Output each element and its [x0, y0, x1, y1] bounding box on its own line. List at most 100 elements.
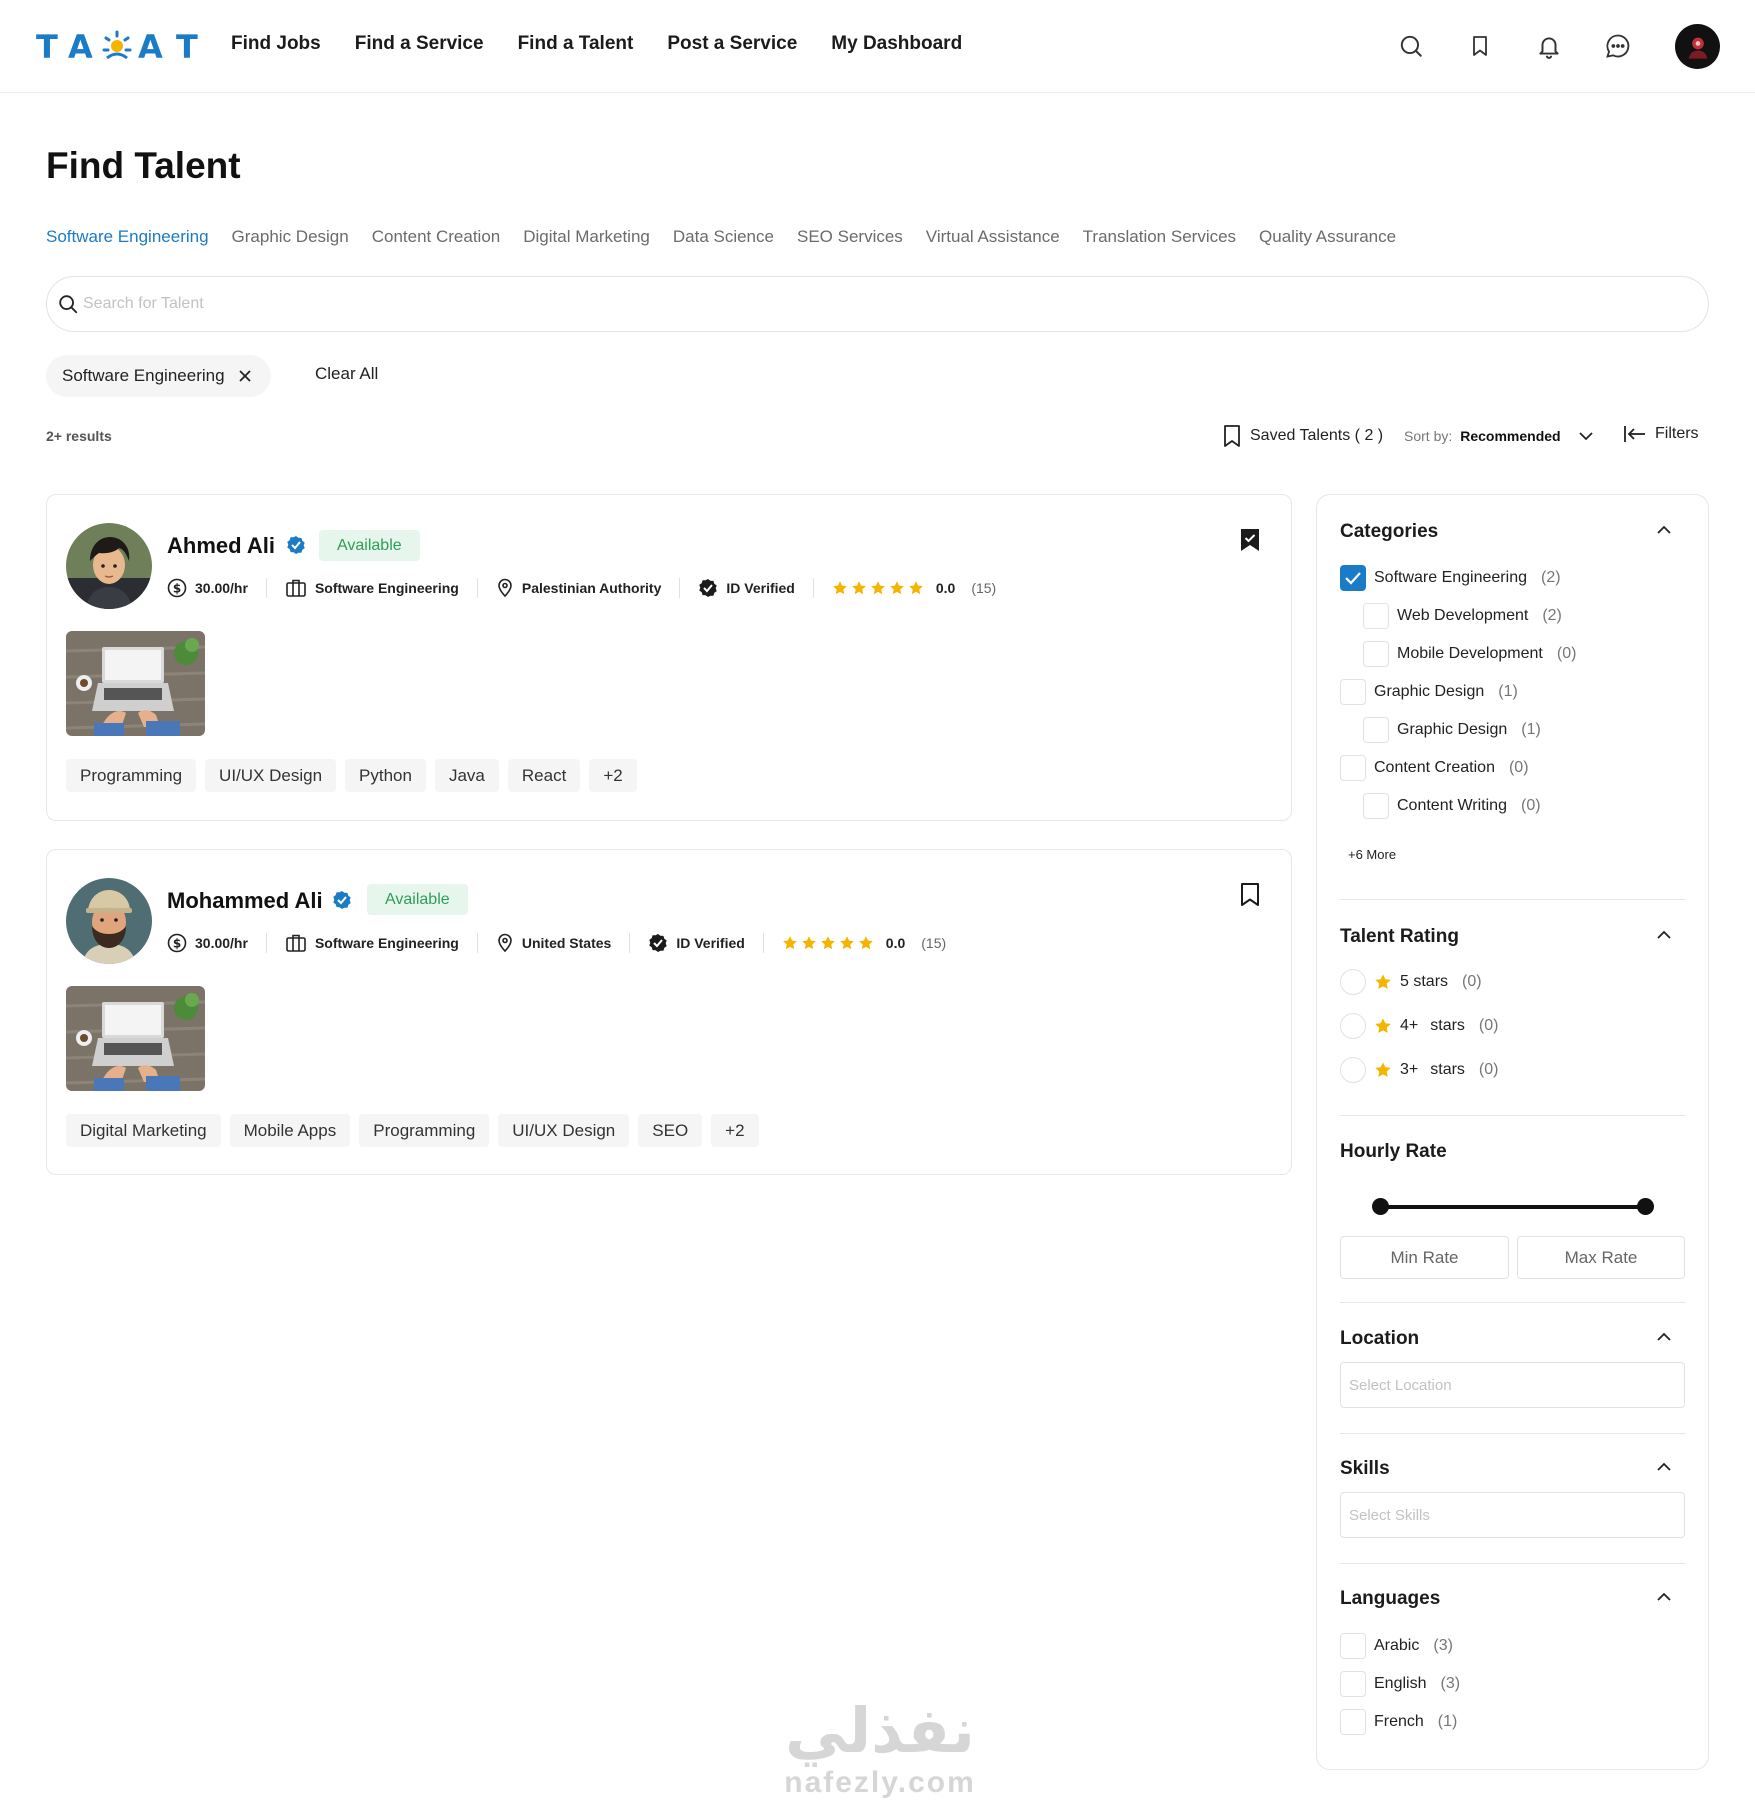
- skill-tag[interactable]: Java: [434, 759, 499, 792]
- section-divider: [1340, 1433, 1686, 1434]
- radio[interactable]: [1340, 1057, 1366, 1083]
- show-more-categories-link[interactable]: +6 More: [1348, 847, 1396, 862]
- star-icon: [870, 581, 885, 595]
- skill-tag[interactable]: Programming: [359, 1114, 490, 1147]
- category-option-content-writing[interactable]: Content Writing (0): [1363, 793, 1541, 819]
- bookmark-icon[interactable]: [1239, 882, 1261, 908]
- talent-card[interactable]: Mohammed Ali Available $ 30.00/hr Softwa…: [46, 849, 1292, 1175]
- skill-tag[interactable]: Mobile Apps: [229, 1114, 351, 1147]
- dollar-icon: $: [167, 933, 187, 953]
- tab-virtual-assistance[interactable]: Virtual Assistance: [926, 227, 1060, 247]
- checkbox[interactable]: [1363, 793, 1389, 819]
- tab-data-science[interactable]: Data Science: [673, 227, 774, 247]
- language-option-english[interactable]: English (3): [1340, 1671, 1460, 1697]
- taqat-logo[interactable]: TAAT: [36, 26, 206, 66]
- language-count: (3): [1440, 1675, 1461, 1692]
- bookmark-icon[interactable]: [1462, 28, 1498, 64]
- radio[interactable]: [1340, 969, 1366, 995]
- tab-translation-services[interactable]: Translation Services: [1083, 227, 1236, 247]
- nav-my-dashboard[interactable]: My Dashboard: [831, 33, 962, 55]
- slider-min-handle[interactable]: [1372, 1198, 1389, 1215]
- rating-option-4[interactable]: 4+ stars (0): [1340, 1013, 1498, 1039]
- tab-graphic-design[interactable]: Graphic Design: [232, 227, 349, 247]
- hourly-rate-slider[interactable]: [1372, 1198, 1654, 1215]
- talent-name[interactable]: Ahmed Ali: [167, 533, 275, 559]
- nav-post-a-service[interactable]: Post a Service: [667, 33, 797, 55]
- skill-tag[interactable]: Digital Marketing: [66, 1114, 221, 1147]
- nav-find-a-service[interactable]: Find a Service: [355, 33, 484, 55]
- skill-tag[interactable]: SEO: [638, 1114, 703, 1147]
- category-option-mobile-development[interactable]: Mobile Development (0): [1363, 641, 1576, 667]
- user-avatar[interactable]: [1675, 24, 1720, 69]
- checkbox[interactable]: [1363, 717, 1389, 743]
- tab-seo-services[interactable]: SEO Services: [797, 227, 903, 247]
- search-icon[interactable]: [1393, 28, 1429, 64]
- more-skills-tag[interactable]: +2: [589, 759, 637, 792]
- skill-tag[interactable]: UI/UX Design: [205, 759, 337, 792]
- talent-card[interactable]: Ahmed Ali Available $ 30.00/hr Software …: [46, 494, 1292, 821]
- tab-digital-marketing[interactable]: Digital Marketing: [523, 227, 650, 247]
- chevron-up-icon[interactable]: [1657, 525, 1671, 534]
- language-count: (1): [1437, 1713, 1458, 1730]
- skill-tag[interactable]: Python: [345, 759, 426, 792]
- language-option-arabic[interactable]: Arabic (3): [1340, 1633, 1453, 1659]
- remove-filter-icon[interactable]: [238, 370, 251, 382]
- category-option-web-development[interactable]: Web Development (2): [1363, 603, 1562, 629]
- checkbox-checked[interactable]: [1340, 565, 1366, 591]
- svg-text:T: T: [176, 30, 198, 62]
- star-icon: [1375, 974, 1391, 989]
- chevron-up-icon[interactable]: [1657, 1332, 1671, 1341]
- tab-quality-assurance[interactable]: Quality Assurance: [1259, 227, 1396, 247]
- rating-label: 5 stars: [1400, 973, 1449, 990]
- radio[interactable]: [1340, 1013, 1366, 1039]
- nav-find-jobs[interactable]: Find Jobs: [231, 33, 321, 55]
- location-pin-icon: [498, 933, 512, 953]
- search-input[interactable]: [83, 295, 1583, 313]
- portfolio-thumbnail[interactable]: [66, 986, 205, 1091]
- skill-tag[interactable]: Programming: [66, 759, 197, 792]
- checkbox[interactable]: [1340, 679, 1366, 705]
- category-option-content-creation[interactable]: Content Creation (0): [1340, 755, 1529, 781]
- filters-toggle-button[interactable]: Filters: [1623, 424, 1699, 444]
- checkbox[interactable]: [1363, 641, 1389, 667]
- location-select[interactable]: Select Location: [1340, 1362, 1685, 1408]
- more-skills-tag[interactable]: +2: [711, 1114, 759, 1147]
- category-option-graphic-design[interactable]: Graphic Design (1): [1340, 679, 1518, 705]
- bell-icon[interactable]: [1531, 28, 1567, 64]
- bookmark-saved-icon[interactable]: [1239, 527, 1261, 553]
- skill-tag[interactable]: React: [507, 759, 581, 792]
- sort-dropdown[interactable]: Sort by: Recommended: [1404, 428, 1593, 444]
- skills-select[interactable]: Select Skills: [1340, 1492, 1685, 1538]
- saved-talents-button[interactable]: Saved Talents ( 2 ): [1222, 424, 1383, 448]
- skill-tag[interactable]: UI/UX Design: [498, 1114, 630, 1147]
- portfolio-thumbnail[interactable]: [66, 631, 205, 736]
- tab-content-creation[interactable]: Content Creation: [372, 227, 501, 247]
- availability-badge: Available: [367, 884, 468, 915]
- checkbox[interactable]: [1340, 1709, 1366, 1735]
- chevron-up-icon[interactable]: [1657, 1592, 1671, 1601]
- language-count: (3): [1433, 1637, 1453, 1654]
- clear-all-button[interactable]: Clear All: [315, 364, 378, 384]
- nav-find-a-talent[interactable]: Find a Talent: [518, 33, 634, 55]
- checkbox[interactable]: [1340, 1633, 1366, 1659]
- min-rate-input[interactable]: Min Rate: [1340, 1236, 1509, 1279]
- checkbox[interactable]: [1340, 755, 1366, 781]
- talent-name[interactable]: Mohammed Ali: [167, 888, 323, 914]
- slider-max-handle[interactable]: [1637, 1198, 1654, 1215]
- chevron-up-icon[interactable]: [1657, 1462, 1671, 1471]
- max-rate-input[interactable]: Max Rate: [1517, 1236, 1685, 1279]
- category-option-software-engineering[interactable]: Software Engineering (2): [1340, 565, 1561, 591]
- language-option-french[interactable]: French (1): [1340, 1709, 1457, 1735]
- rating-option-3[interactable]: 3+ stars (0): [1340, 1057, 1498, 1083]
- chat-icon[interactable]: [1600, 28, 1636, 64]
- talent-avatar[interactable]: [66, 878, 152, 964]
- checkbox[interactable]: [1340, 1671, 1366, 1697]
- category-option-graphic-design-sub[interactable]: Graphic Design (1): [1363, 717, 1541, 743]
- sort-label: Sort by:: [1404, 428, 1453, 444]
- rating-option-5[interactable]: 5 stars (0): [1340, 969, 1482, 995]
- rating-unit: stars: [1430, 1061, 1465, 1078]
- checkbox[interactable]: [1363, 603, 1389, 629]
- chevron-up-icon[interactable]: [1657, 930, 1671, 939]
- talent-avatar[interactable]: [66, 523, 152, 609]
- tab-software-engineering[interactable]: Software Engineering: [46, 227, 209, 247]
